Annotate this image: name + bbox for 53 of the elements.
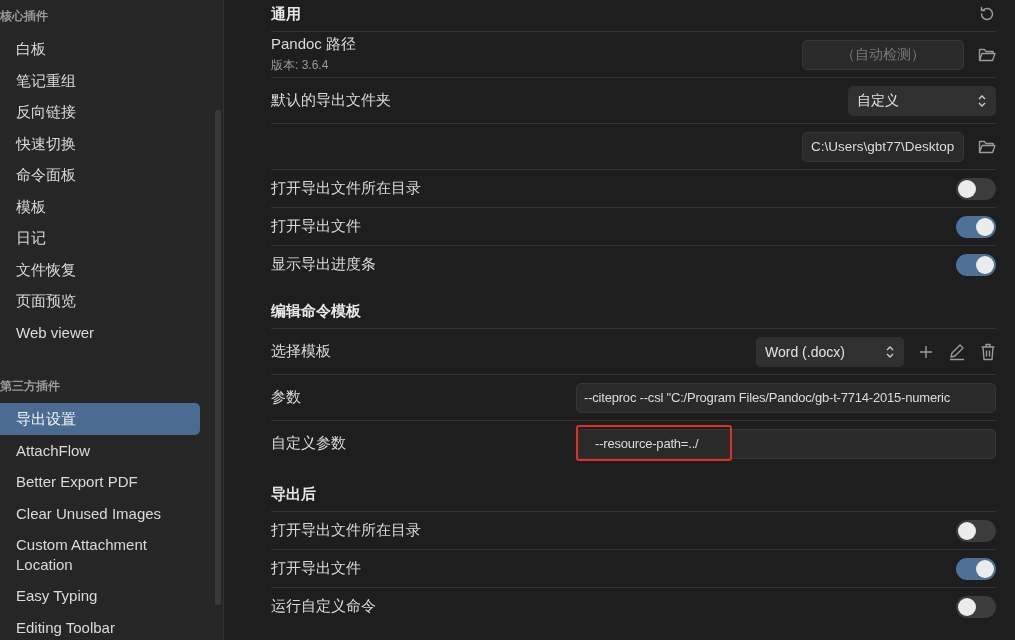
text-field[interactable]: --resource-path=../ [576,428,996,459]
sidebar-item[interactable]: 笔记重组 [0,64,200,96]
sidebar-item[interactable]: Better Export PDF [0,466,200,498]
reset-icon[interactable] [978,5,996,23]
setting-label: 选择模板 [271,342,331,361]
sidebar-item[interactable]: 白板 [0,33,200,65]
group-title: 核心插件 [0,8,49,25]
toggle-switch[interactable] [956,253,996,276]
sidebar-item[interactable]: AttachFlow [0,434,200,466]
chevron-icon [977,93,987,108]
setting-label: 自定义参数 [271,434,346,453]
text-field[interactable]: C:\Users\gbt77\Desktop [802,131,964,162]
chevron-icon [885,344,895,359]
dropdown[interactable]: Word (.docx) [756,336,904,367]
setting-label: 打开导出文件所在目录 [271,179,421,198]
sidebar-item[interactable]: 页面预览 [0,285,200,317]
sidebar-item[interactable]: 模板 [0,190,200,222]
sidebar-item[interactable]: Clear Unused Images [0,497,200,529]
sidebar-item[interactable]: 命令面板 [0,159,200,191]
pencil-icon[interactable] [948,342,966,361]
sidebar-item[interactable]: Web viewer [0,316,200,348]
setting-label: 打开导出文件所在目录 [271,521,421,540]
section-heading: 导出后 [271,484,316,504]
sidebar-item[interactable]: 文件恢复 [0,253,200,285]
setting-label: 参数 [271,388,301,407]
section-heading: 通用 [271,4,301,24]
toggle-switch[interactable] [956,519,996,542]
group-title: 第三方插件 [0,378,61,395]
toggle-switch[interactable] [956,215,996,238]
folder-icon[interactable] [978,46,996,63]
section-heading: 编辑命令模板 [271,301,361,321]
setting-label: Pandoc 路径 [271,35,357,54]
sidebar-item[interactable]: 反向链接 [0,96,200,128]
sidebar-item[interactable]: 日记 [0,222,200,254]
setting-description: 版本: 3.6.4 [271,57,330,74]
folder-icon[interactable] [978,138,996,155]
toggle-switch[interactable] [956,595,996,618]
dropdown[interactable]: 自定义 [848,85,996,116]
setting-label: 默认的导出文件夹 [271,91,391,110]
sidebar-item[interactable]: Easy Typing [0,580,200,612]
sidebar-item[interactable]: Custom Attachment Location [0,529,200,580]
toggle-switch[interactable] [956,557,996,580]
add-icon[interactable] [918,343,934,360]
setting-label: 打开导出文件 [271,217,361,236]
setting-label: 显示导出进度条 [271,255,376,274]
setting-label: 运行自定义命令 [271,597,376,616]
trash-icon[interactable] [980,342,996,361]
text-field[interactable]: --citeproc --csl "C:/Program Files/Pandoc/gb-t-7714-2015-numeric [576,382,996,413]
sidebar-item[interactable]: Editing Toolbar [0,611,200,640]
setting-label: 打开导出文件 [271,559,361,578]
toggle-switch[interactable] [956,177,996,200]
sidebar-item[interactable]: 导出设置 [0,403,200,435]
sidebar-item[interactable]: 快速切换 [0,127,200,159]
